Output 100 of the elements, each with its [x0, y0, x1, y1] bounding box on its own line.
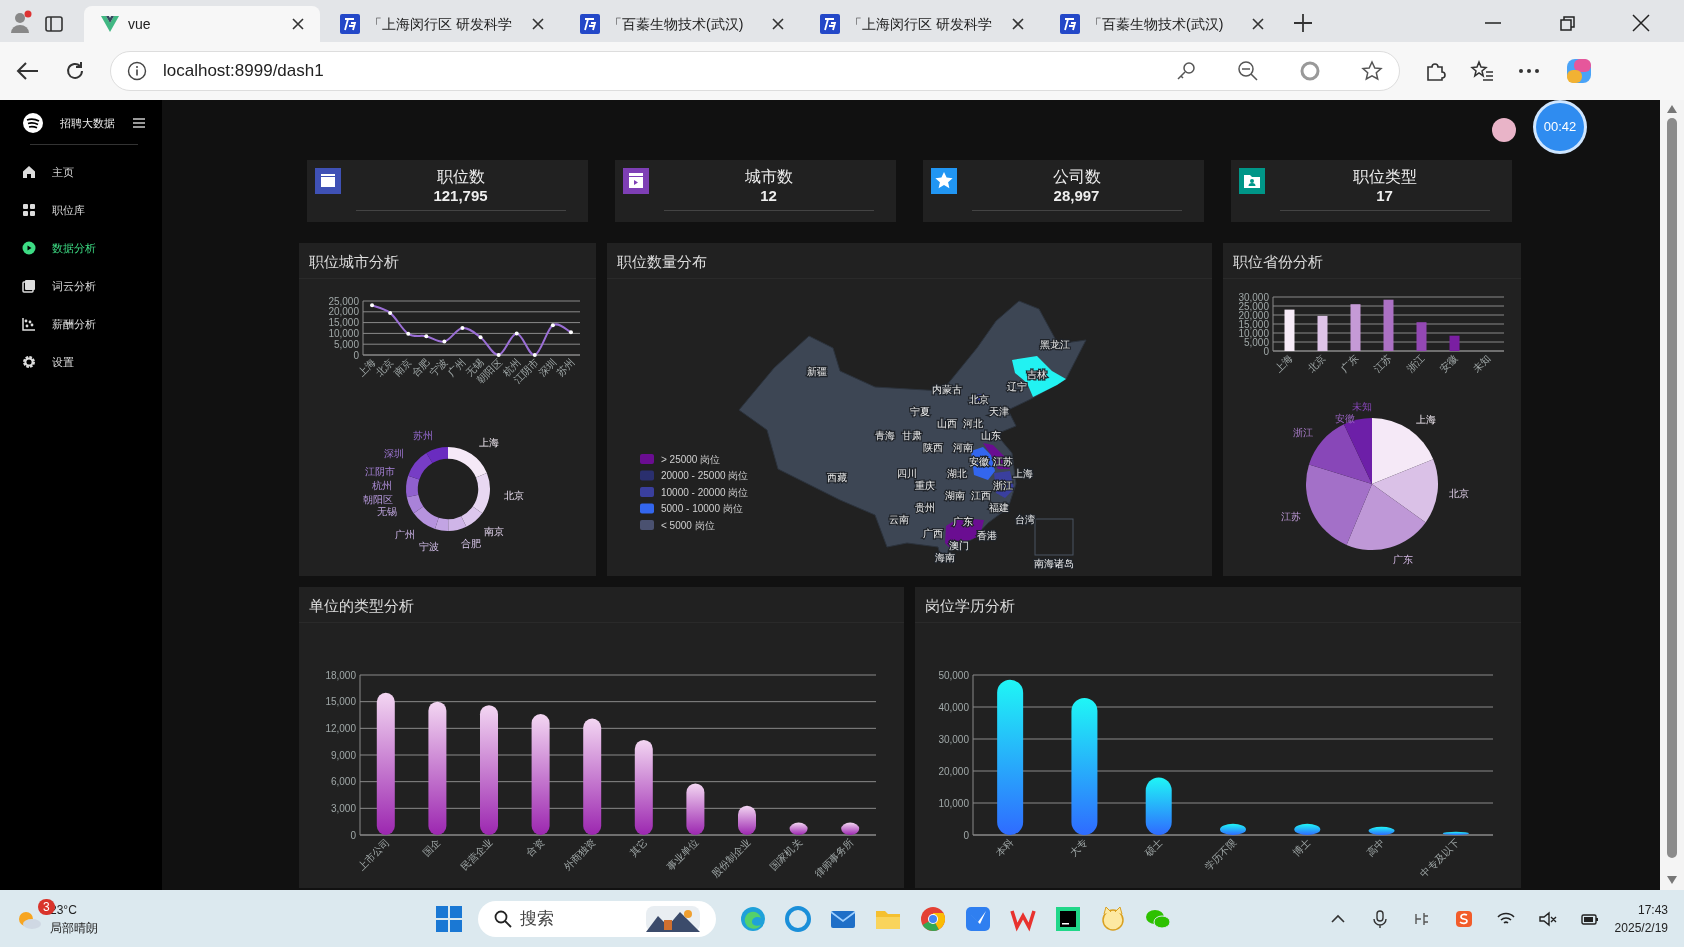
- tab-actions-icon[interactable]: [44, 14, 64, 34]
- scrollbar-thumb[interactable]: [1667, 118, 1677, 858]
- close-icon[interactable]: [772, 18, 784, 30]
- pycharm-icon[interactable]: [1055, 905, 1081, 932]
- slice-label: 广东: [1393, 553, 1414, 565]
- profile-icon[interactable]: [8, 10, 32, 34]
- axis-tick-label: 50,000: [938, 669, 969, 681]
- url-text: localhost:8999/dash1: [163, 60, 325, 83]
- close-icon[interactable]: [1012, 18, 1024, 30]
- address-bar[interactable]: localhost:8999/dash1: [110, 51, 1400, 91]
- slice-label: 杭州: [372, 480, 393, 491]
- axis-tick-label: 18,000: [325, 669, 356, 681]
- slice-label: 北京: [503, 489, 524, 501]
- map-label: 贵州: [915, 502, 935, 513]
- legend-label: > 25000 岗位: [661, 453, 721, 465]
- sidebar-item[interactable]: 词云分析: [6, 267, 162, 305]
- axis-tick-label: 20,000: [938, 765, 969, 777]
- axis-tick-label: 10,000: [938, 797, 969, 809]
- chrome-icon[interactable]: [920, 905, 946, 932]
- data-point: [460, 326, 465, 330]
- key-icon[interactable]: [1175, 60, 1197, 82]
- input-method-icon[interactable]: [1454, 909, 1473, 928]
- stat-value: 17: [1376, 186, 1393, 206]
- slice-label: 南京: [484, 526, 505, 538]
- logo-icon: [22, 112, 44, 134]
- search-field[interactable]: 搜索: [478, 900, 716, 937]
- new-tab-icon[interactable]: [1292, 12, 1314, 34]
- close-icon[interactable]: [1630, 12, 1652, 34]
- axis-tick-label: 9,000: [330, 749, 356, 761]
- map-label: 广西: [923, 528, 943, 539]
- axis-tick-label: 3,000: [330, 802, 356, 814]
- slice-label: 上海: [479, 437, 500, 448]
- browser-tab[interactable]: 「百蓁生物技术(武汉): [564, 6, 800, 42]
- axis-label: 广东: [1339, 352, 1361, 375]
- browser-tab[interactable]: 「上海闵行区 研发科学: [324, 6, 560, 42]
- avatar[interactable]: [1492, 118, 1516, 142]
- bird-app-icon[interactable]: [965, 905, 991, 932]
- extensions-icon[interactable]: [1424, 60, 1446, 82]
- sidebar-item[interactable]: 主页: [6, 153, 162, 191]
- zoom-out-icon[interactable]: [1237, 60, 1259, 82]
- close-icon[interactable]: [292, 18, 304, 30]
- refresh-icon[interactable]: [64, 60, 86, 82]
- search-icon: [494, 909, 512, 928]
- sidebar-item[interactable]: 数据分析: [6, 229, 162, 267]
- slice-label: 北京: [1449, 487, 1470, 499]
- sidebar-item[interactable]: 职位库: [6, 191, 162, 229]
- bar: [1442, 831, 1469, 835]
- browser-tab[interactable]: vue: [84, 6, 320, 42]
- stat-label: 城市数: [744, 168, 793, 186]
- axis-label: 其它: [627, 836, 650, 859]
- stat-value: 12: [760, 186, 777, 206]
- map-label: 广东: [953, 516, 973, 527]
- axis-tick-label: 10,000: [328, 327, 359, 339]
- axis-tick-label: 0: [1263, 345, 1269, 357]
- axis-label: 浙江: [1405, 352, 1427, 375]
- stat-label: 公司数: [1052, 168, 1101, 186]
- volume-muted-icon[interactable]: [1538, 909, 1557, 928]
- map-label: 湖北: [947, 468, 967, 479]
- microphone-icon[interactable]: [1370, 909, 1389, 928]
- sidebar-item[interactable]: 薪酬分析: [6, 305, 162, 343]
- close-icon[interactable]: [1252, 18, 1264, 30]
- scroll-up-icon[interactable]: [1666, 104, 1678, 114]
- map-label: 新疆: [807, 366, 827, 377]
- ring-app-icon[interactable]: [785, 905, 811, 932]
- clock-date: 2025/2/19: [1614, 919, 1668, 937]
- bar: [1145, 777, 1172, 835]
- slice-label: 江苏: [1281, 511, 1302, 523]
- bar: [1284, 309, 1295, 351]
- browser-tab[interactable]: 「上海闵行区 研发科学: [804, 6, 1040, 42]
- bar: [738, 805, 756, 835]
- gallery-icon: [22, 279, 36, 293]
- bar: [1220, 823, 1246, 835]
- axis-label: 合资: [524, 836, 546, 859]
- panel-title: 职位数量分布: [607, 243, 1212, 279]
- menu-icon[interactable]: [132, 117, 146, 129]
- map-label: 台湾: [1015, 514, 1035, 525]
- site-logo-icon: [580, 14, 600, 34]
- data-point: [442, 339, 447, 344]
- bar: [789, 822, 808, 835]
- scroll-down-icon[interactable]: [1666, 875, 1678, 885]
- map-label: 辽宁: [1007, 381, 1027, 392]
- browser-tab[interactable]: 「百蓁生物技术(武汉): [1044, 6, 1280, 42]
- settings-icon: [22, 355, 36, 369]
- axis-label: 硕士: [1142, 836, 1165, 859]
- back-icon[interactable]: [16, 61, 40, 81]
- site-logo-icon: [340, 14, 360, 34]
- info-icon[interactable]: [127, 61, 147, 81]
- star-icon[interactable]: [1361, 60, 1383, 82]
- slice-label: 宁波: [419, 540, 440, 552]
- axis-label: 股份制企业: [709, 836, 753, 880]
- axis-label: 国家机关: [767, 836, 804, 873]
- close-icon[interactable]: [532, 18, 544, 30]
- more-icon[interactable]: [1518, 68, 1540, 74]
- axis-tick-label: 0: [353, 349, 359, 361]
- copilot-icon[interactable]: [1564, 56, 1594, 86]
- map-label: 河北: [963, 418, 983, 429]
- windows-start-icon[interactable]: [436, 905, 462, 932]
- sidebar-item[interactable]: 设置: [6, 343, 162, 381]
- favorites-icon[interactable]: [1470, 60, 1494, 82]
- slice-label: 无锡: [376, 506, 397, 518]
